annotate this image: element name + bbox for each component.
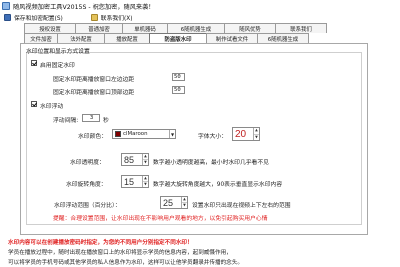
tab-advantages[interactable]: 随风优势 <box>224 23 276 33</box>
tab-strip: 授权设置 普通加密 单机器码 6随机器生成 随风优势 联系我们 文件加密 法外配… <box>24 23 400 43</box>
float-watermark-label: 水印浮动 <box>40 104 64 110</box>
spinner-arrows[interactable]: ▲ ▼ <box>253 128 259 140</box>
footer-line-2: 学员在播放过程中，随时出现在播放窗口上的水印将显示学员的信息内容，起到威慑作用， <box>8 250 232 256</box>
contact-icon <box>90 14 98 21</box>
tab-file-encrypt[interactable]: 文件加密 <box>24 33 58 43</box>
fixed-watermark-label: 启用固定水印 <box>40 63 75 69</box>
footer-line-3: 可以将学员的手机号码或其他学员的私人信息作为水印，这样可以让他学员翻录并传播的念… <box>8 260 243 266</box>
save-config-button[interactable]: 保存和加密配置(S) <box>4 13 63 22</box>
group-title: 水印位置和显示方式设置 <box>26 49 90 55</box>
transparency-desc: 数字越小透明度越高，最小时水印几乎看不见 <box>153 160 269 166</box>
tab-machine-code[interactable]: 单机器码 <box>122 23 168 33</box>
float-interval-label: 浮动间隔: <box>53 118 79 124</box>
transparency-spinner[interactable]: 85 ▲ ▼ <box>121 153 149 166</box>
tab-trial-file[interactable]: 制作试看文件 <box>206 33 258 43</box>
rotation-label: 水印旋转角度： <box>66 182 107 188</box>
float-range-spinner[interactable]: 25 ▲ ▼ <box>160 196 188 209</box>
rotation-spinner[interactable]: 15 ▲ ▼ <box>121 175 149 188</box>
window-titlebar: 随风视频加密工具V2015S - 祝您加密，随风来袭！ <box>0 0 400 12</box>
font-size-label: 字体大小： <box>198 134 227 140</box>
font-size-spinner[interactable]: 20 ▲ ▼ <box>232 127 260 141</box>
float-range-value: 25 <box>163 197 174 208</box>
float-range-label: 水印浮动范围（百分比）： <box>54 203 121 209</box>
transparency-value: 85 <box>124 154 135 165</box>
float-interval-unit: 秒 <box>103 118 109 124</box>
spinner-arrows[interactable]: ▲ ▼ <box>181 197 187 208</box>
save-icon <box>4 14 11 21</box>
toolbar: 保存和加密配置(S) 联系我们(X) <box>0 12 400 23</box>
rotation-desc: 数字越大旋转角度越大，90表示垂直显示水印内容 <box>153 182 283 188</box>
contact-us-label: 联系我们(X) <box>100 16 133 22</box>
tip-text: 提醒：合理设置范围，让水印出现在不影响用户观看的地方，以免引起购买用户心情 <box>53 216 268 222</box>
chevron-down-icon: ▼ <box>169 130 175 138</box>
watermark-color-label: 水印颜色： <box>78 134 107 140</box>
fixed-top-margin-input[interactable]: 50 <box>172 86 185 94</box>
tab-row-1: 授权设置 普通加密 单机器码 6随机器生成 随风优势 联系我们 <box>24 23 400 33</box>
down-arrow-icon[interactable]: ▼ <box>143 160 148 165</box>
tab-contact[interactable]: 联系我们 <box>275 23 327 33</box>
window-title: 随风视频加密工具V2015S - 祝您加密，随风来袭！ <box>13 3 155 11</box>
font-size-value: 20 <box>235 128 247 140</box>
transparency-label: 水印透明度： <box>70 160 105 166</box>
rotation-value: 15 <box>124 176 135 187</box>
down-arrow-icon[interactable]: ▼ <box>182 203 187 208</box>
fixed-watermark-checkbox[interactable] <box>31 60 37 66</box>
float-watermark-checkbox[interactable] <box>31 101 37 107</box>
fixed-top-margin-label: 固定水印距离播放窗口顶部边距 <box>53 90 135 96</box>
float-interval-input[interactable]: 3 <box>82 114 100 122</box>
tab-row-2: 文件加密 法外配置 播放配置 防盗版水印 制作试看文件 6随机器生成 <box>24 33 400 43</box>
color-swatch <box>115 131 121 137</box>
tab-playback-config[interactable]: 播放配置 <box>104 33 150 43</box>
tab-random-machine-gen[interactable]: 6随机器生成 <box>167 23 225 33</box>
tab-normal-encrypt[interactable]: 普通加密 <box>75 23 123 33</box>
fixed-left-margin-input[interactable]: 50 <box>172 73 185 81</box>
spinner-arrows[interactable]: ▲ ▼ <box>142 176 148 187</box>
fixed-left-margin-label: 固定水印距离播放窗口左边边距 <box>53 77 135 83</box>
save-config-label: 保存和加密配置(S) <box>14 16 63 22</box>
tab-watermark[interactable]: 防盗版水印 <box>149 33 207 43</box>
down-arrow-icon[interactable]: ▼ <box>143 182 148 187</box>
footer-line-1: 水印内容可以在创建播放密码时指定，为您的不同用户分别指定不同水印！ <box>8 240 193 246</box>
down-arrow-icon[interactable]: ▼ <box>254 135 259 141</box>
contact-us-button[interactable]: 联系我们(X) <box>90 13 133 22</box>
tab-random-machine-gen-2[interactable]: 6随机器生成 <box>257 33 309 43</box>
watermark-color-select[interactable]: clMaroon ▼ <box>112 129 176 139</box>
spinner-arrows[interactable]: ▲ ▼ <box>142 154 148 165</box>
tab-license[interactable]: 授权设置 <box>24 23 76 33</box>
app-icon <box>2 2 10 10</box>
tab-external-config[interactable]: 法外配置 <box>57 33 105 43</box>
float-range-desc: 设置水印只出现在视频上下左右的范围 <box>192 203 291 209</box>
watermark-color-value: clMaroon <box>123 131 148 137</box>
